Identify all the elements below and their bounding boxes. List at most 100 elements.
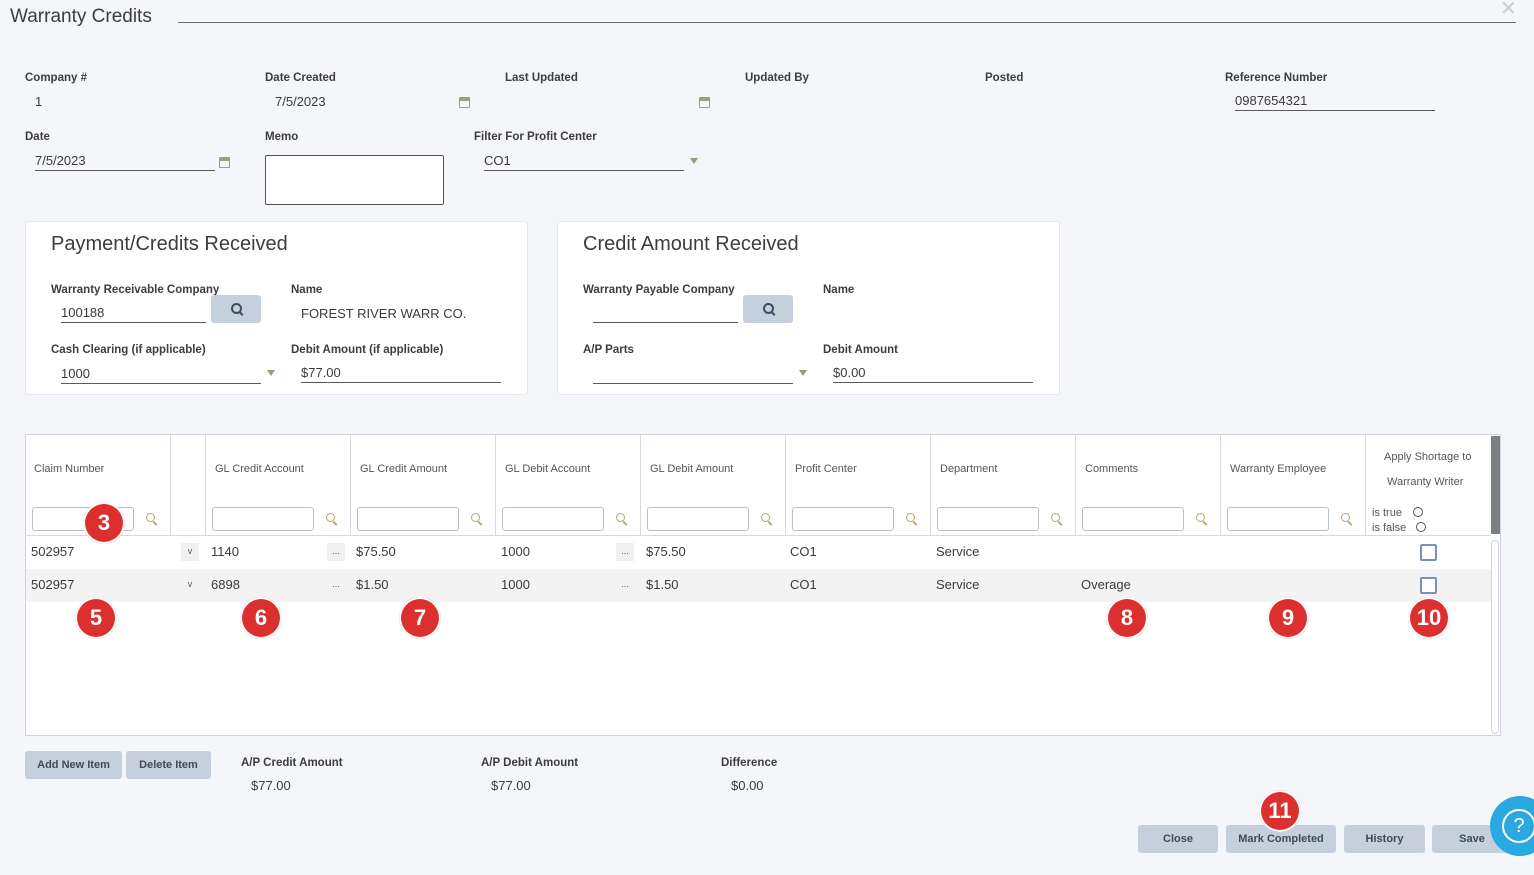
search-icon[interactable] — [616, 513, 628, 526]
company-value: 1 — [35, 94, 43, 109]
apply-shortage-checkbox[interactable] — [1420, 544, 1437, 561]
filter-input-gl-debit-amount[interactable] — [647, 507, 749, 531]
column-header-gl-credit-amount[interactable]: GL Credit Amount — [360, 463, 447, 475]
ap-debit-value: $77.00 — [491, 778, 531, 793]
filter-input-gl-credit-account[interactable] — [212, 507, 314, 531]
column-separator — [640, 434, 641, 535]
annotation-badge: 10 — [1408, 597, 1450, 639]
lookup-button[interactable]: ... — [616, 576, 634, 594]
add-new-item-button[interactable]: Add New Item — [25, 751, 122, 779]
lookup-button[interactable]: ... — [327, 543, 345, 561]
table-row[interactable]: 502957 v 6898 ... $1.50 1000 ... $1.50 C… — [26, 569, 1491, 602]
search-icon[interactable] — [1341, 513, 1353, 526]
column-separator — [1075, 434, 1076, 535]
search-button[interactable] — [743, 295, 793, 323]
column-header-department[interactable]: Department — [940, 463, 997, 475]
name-label: Name — [291, 284, 323, 296]
filter-input-warranty-employee[interactable] — [1227, 507, 1329, 531]
memo-textarea[interactable] — [265, 155, 444, 205]
search-icon[interactable] — [471, 513, 483, 526]
close-icon[interactable]: ✕ — [1500, 0, 1517, 21]
chevron-down-icon[interactable] — [267, 370, 275, 376]
cell-gl-credit-amount: $1.50 — [356, 577, 389, 592]
apply-shortage-checkbox[interactable] — [1420, 577, 1437, 594]
cell-claim-number: 502957 — [31, 544, 75, 559]
column-header-apply-shortage-line2: Warranty Writer — [1387, 476, 1464, 488]
row-dropdown-button[interactable]: v — [181, 576, 199, 594]
column-header-gl-debit-amount[interactable]: GL Debit Amount — [650, 463, 733, 475]
column-header-claim-number[interactable]: Claim Number — [34, 463, 104, 475]
column-separator — [1220, 434, 1221, 535]
cell-profit-center: CO1 — [790, 544, 817, 559]
search-icon[interactable] — [326, 513, 338, 526]
search-icon[interactable] — [146, 513, 158, 526]
cell-gl-debit-account: 1000 — [501, 544, 530, 559]
column-header-warranty-employee[interactable]: Warranty Employee — [1230, 463, 1326, 475]
payable-company-label: Warranty Payable Company — [583, 284, 735, 296]
column-header-apply-shortage[interactable]: Apply Shortage to — [1384, 451, 1471, 463]
reference-number-field[interactable]: 0987654321 — [1235, 93, 1435, 111]
cash-clearing-label: Cash Clearing (if applicable) — [51, 344, 206, 356]
annotation-badge: 7 — [399, 597, 441, 639]
cell-claim-number: 502957 — [31, 577, 75, 592]
filter-input-profit-center[interactable] — [792, 507, 894, 531]
name-label: Name — [823, 284, 855, 296]
grid-scrollbar[interactable] — [1491, 540, 1499, 734]
column-header-profit-center[interactable]: Profit Center — [795, 463, 857, 475]
date-field[interactable]: 7/5/2023 — [35, 153, 215, 171]
annotation-badge: 5 — [75, 597, 117, 639]
date-label: Date — [25, 131, 50, 143]
annotation-badge: 9 — [1267, 597, 1309, 639]
is-true-radio[interactable] — [1413, 507, 1423, 517]
debit-amount-label: Debit Amount (if applicable) — [291, 344, 444, 356]
filter-input-department[interactable] — [937, 507, 1039, 531]
header-scrollbar[interactable] — [1491, 436, 1500, 534]
reference-number-label: Reference Number — [1225, 72, 1328, 84]
is-false-radio[interactable] — [1416, 522, 1426, 532]
payable-company-field[interactable] — [593, 305, 738, 323]
annotation-badge: 3 — [83, 502, 125, 544]
debit-amount-field[interactable]: $0.00 — [833, 365, 1033, 383]
search-icon[interactable] — [761, 513, 773, 526]
cell-department: Service — [936, 577, 980, 592]
table-row[interactable]: 502957 v 1140 ... $75.50 1000 ... $75.50… — [26, 536, 1491, 569]
lookup-button[interactable]: ... — [327, 576, 345, 594]
calendar-icon[interactable] — [699, 97, 710, 108]
filter-input-comments[interactable] — [1082, 507, 1184, 531]
search-icon[interactable] — [906, 513, 918, 526]
annotation-badge: 6 — [240, 597, 282, 639]
is-false-label: is false — [1372, 522, 1407, 534]
column-header-gl-debit-account[interactable]: GL Debit Account — [505, 463, 590, 475]
chevron-down-icon[interactable] — [690, 158, 698, 164]
filter-input-gl-credit-amount[interactable] — [357, 507, 459, 531]
column-header-comments[interactable]: Comments — [1085, 463, 1138, 475]
search-button[interactable] — [211, 295, 261, 323]
calendar-icon[interactable] — [219, 157, 230, 168]
ap-parts-label: A/P Parts — [583, 344, 634, 356]
ap-credit-value: $77.00 — [251, 778, 291, 793]
delete-item-button[interactable]: Delete Item — [126, 751, 211, 779]
close-button[interactable]: Close — [1138, 825, 1218, 853]
column-header-gl-credit-account[interactable]: GL Credit Account — [215, 463, 304, 475]
filter-input-gl-debit-account[interactable] — [502, 507, 604, 531]
column-separator — [205, 434, 206, 535]
annotation-badge: 11 — [1259, 790, 1301, 832]
column-separator — [1365, 434, 1366, 535]
chevron-down-icon[interactable] — [799, 370, 807, 376]
credit-amount-panel: Credit Amount Received Warranty Payable … — [557, 221, 1060, 395]
cash-clearing-select[interactable]: 1000 — [61, 366, 261, 384]
payment-credits-panel: Payment/Credits Received Warranty Receiv… — [25, 221, 528, 395]
lookup-button[interactable]: ... — [616, 543, 634, 561]
column-separator — [350, 434, 351, 535]
date-created-value: 7/5/2023 — [275, 94, 326, 109]
cell-comments: Overage — [1081, 577, 1131, 592]
calendar-icon[interactable] — [459, 97, 470, 108]
history-button[interactable]: History — [1344, 825, 1425, 853]
receivable-company-field[interactable]: 100188 — [61, 305, 206, 323]
row-dropdown-button[interactable]: v — [181, 543, 199, 561]
search-icon[interactable] — [1051, 513, 1063, 526]
search-icon[interactable] — [1196, 513, 1208, 526]
ap-parts-select[interactable] — [593, 366, 793, 384]
filter-profit-center-select[interactable]: CO1 — [484, 153, 684, 171]
debit-amount-field[interactable]: $77.00 — [301, 365, 501, 383]
